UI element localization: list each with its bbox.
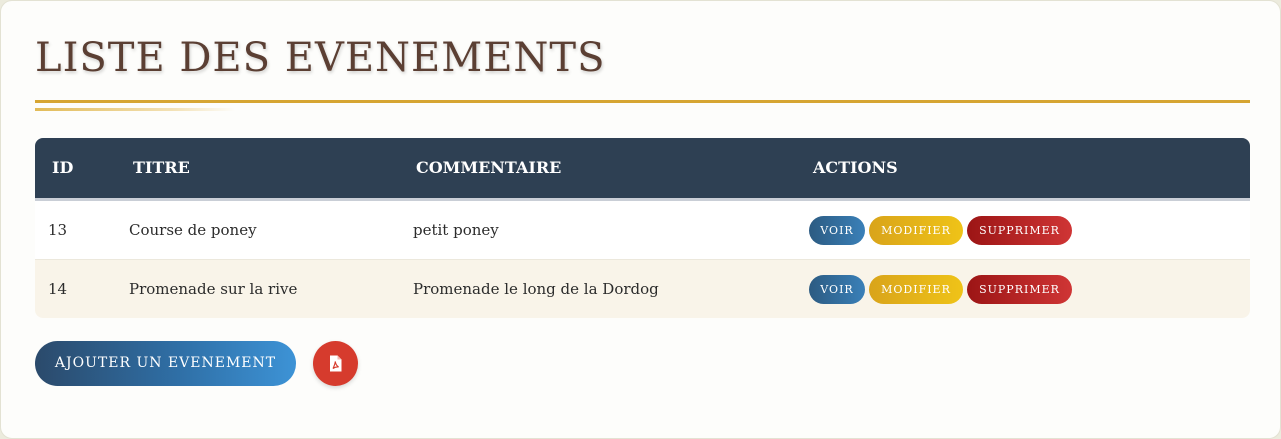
cell-titre: Promenade sur la rive [129, 280, 298, 298]
row-actions: VOIR MODIFIER SUPPRIMER [809, 216, 1072, 245]
table-row: 13 Course de poney petit poney VOIR MODI… [35, 201, 1250, 260]
voir-button[interactable]: VOIR [809, 216, 865, 245]
cell-titre: Course de poney [129, 221, 257, 239]
supprimer-button[interactable]: SUPPRIMER [967, 275, 1072, 304]
table-row: 14 Promenade sur la rive Promenade le lo… [35, 260, 1250, 318]
modifier-button[interactable]: MODIFIER [869, 275, 963, 304]
title-underline-accent [35, 108, 235, 111]
events-table: ID TITRE COMMENTAIRE ACTIONS 13 Course d… [35, 138, 1250, 318]
header-commentaire: COMMENTAIRE [416, 158, 562, 177]
cell-commentaire: Promenade le long de la Dordog [413, 280, 659, 298]
events-card: LISTE DES EVENEMENTS ID TITRE COMMENTAIR… [0, 0, 1281, 439]
export-pdf-button[interactable] [313, 341, 358, 386]
table-header: ID TITRE COMMENTAIRE ACTIONS [35, 138, 1250, 201]
header-titre: TITRE [133, 158, 190, 177]
cell-commentaire: petit poney [413, 221, 499, 239]
cell-id: 14 [48, 280, 68, 298]
page-title: LISTE DES EVENEMENTS [35, 35, 606, 81]
voir-button[interactable]: VOIR [809, 275, 865, 304]
add-event-button[interactable]: AJOUTER UN EVENEMENT [35, 341, 296, 386]
supprimer-button[interactable]: SUPPRIMER [967, 216, 1072, 245]
row-actions: VOIR MODIFIER SUPPRIMER [809, 275, 1072, 304]
title-underline [35, 100, 1250, 103]
file-pdf-icon [330, 355, 342, 372]
header-actions: ACTIONS [813, 158, 898, 177]
modifier-button[interactable]: MODIFIER [869, 216, 963, 245]
cell-id: 13 [48, 221, 68, 239]
header-id: ID [52, 158, 74, 177]
